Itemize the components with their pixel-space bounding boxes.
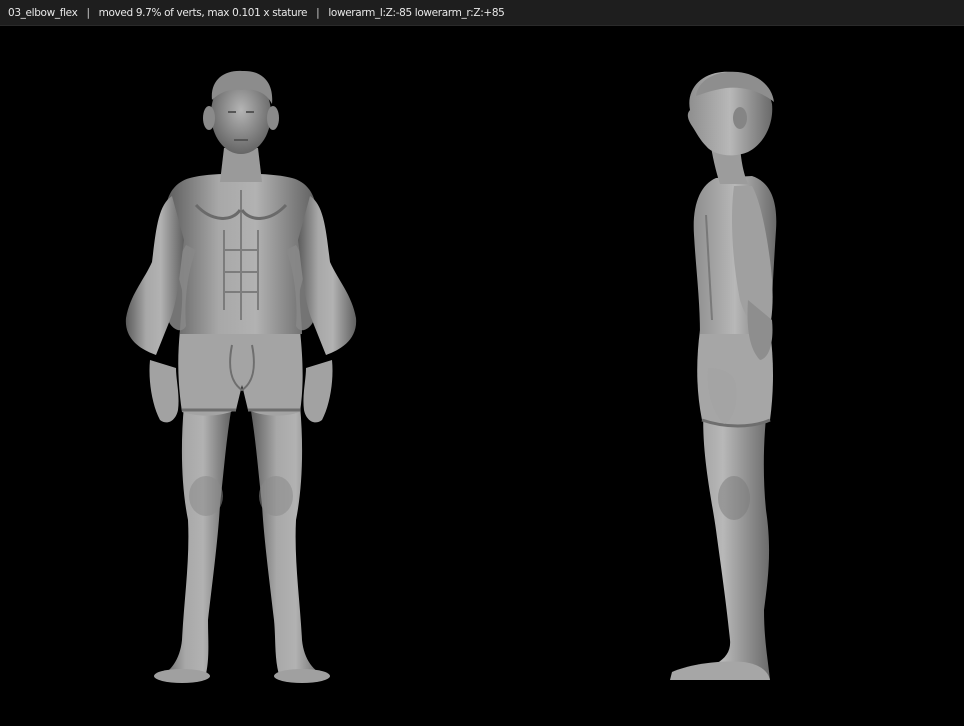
side-ear <box>733 107 747 129</box>
front-right-knee <box>259 476 293 516</box>
front-left-hand <box>149 360 179 423</box>
front-shorts <box>178 330 303 416</box>
front-left-ear <box>203 106 215 130</box>
front-view-figure <box>125 70 357 683</box>
render-viewport[interactable] <box>0 26 964 726</box>
front-left-arm <box>125 196 184 355</box>
status-bar: 03_elbow_flex | moved 9.7% of verts, max… <box>0 0 964 26</box>
front-left-knee <box>189 476 223 516</box>
render-canvas <box>125 70 777 683</box>
side-knee <box>718 476 750 520</box>
front-right-arm <box>298 196 357 355</box>
front-right-hand <box>303 360 333 423</box>
side-leg <box>676 400 770 680</box>
front-right-foot <box>274 669 330 683</box>
front-left-leg <box>160 405 232 678</box>
separator-2: | <box>316 6 320 19</box>
mesh-stats-label: moved 9.7% of verts, max 0.101 x stature <box>98 6 308 19</box>
front-right-ear <box>267 106 279 130</box>
separator-1: | <box>86 6 90 19</box>
front-left-foot <box>154 669 210 683</box>
pose-label: lowerarm_l:Z:-85 lowerarm_r:Z:+85 <box>328 6 505 19</box>
scene-name-label: 03_elbow_flex <box>8 6 78 19</box>
front-right-leg <box>250 405 326 678</box>
side-view-figure <box>670 71 777 680</box>
